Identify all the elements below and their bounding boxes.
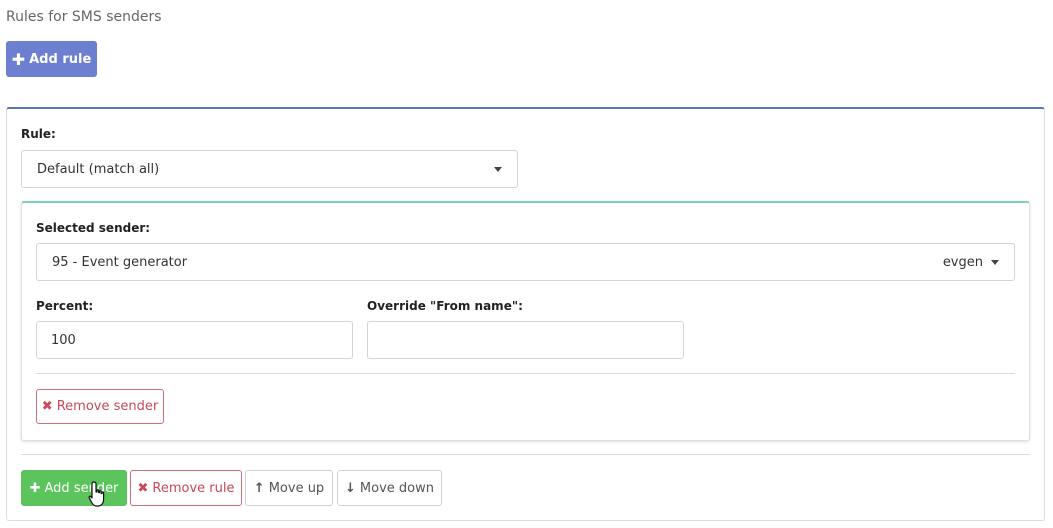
remove-rule-label: Remove rule (152, 480, 235, 496)
remove-sender-label: Remove sender (56, 399, 159, 414)
sender-tag: evgen (942, 254, 983, 270)
move-down-button[interactable]: ↓ Move down (337, 470, 442, 506)
remove-sender-button[interactable]: ✖ Remove sender (36, 389, 164, 424)
move-down-label: Move down (359, 480, 434, 496)
plus-icon: ✚ (11, 49, 26, 69)
sender-select-value: 95 - Event generator (52, 254, 188, 270)
sender-select[interactable]: 95 - Event generator evgen (36, 243, 1015, 281)
page-title: Rules for SMS senders (6, 9, 162, 25)
hand-cursor-icon (88, 481, 105, 507)
caret-down-icon (991, 259, 999, 265)
plus-icon: ✚ (29, 480, 41, 496)
percent-value: 100 (51, 332, 76, 348)
divider (21, 454, 1030, 455)
sender-card: Selected sender: 95 - Event generator ev… (21, 201, 1030, 441)
move-up-button[interactable]: ↑ Move up (245, 470, 333, 506)
add-sender-button[interactable]: ✚ Add sender (21, 470, 127, 506)
caret-down-icon (494, 166, 502, 172)
add-rule-button[interactable]: ✚ Add rule (6, 41, 97, 77)
rule-card: Rule: Default (match all) Selected sende… (6, 107, 1045, 521)
arrow-down-icon: ↓ (345, 480, 356, 496)
add-rule-label: Add rule (29, 51, 92, 67)
remove-rule-button[interactable]: ✖ Remove rule (130, 470, 242, 506)
divider (36, 373, 1015, 374)
selected-sender-label: Selected sender: (36, 221, 151, 235)
percent-label: Percent: (36, 299, 94, 313)
from-name-label: Override "From name": (367, 299, 523, 313)
rule-select[interactable]: Default (match all) (21, 150, 518, 188)
move-up-label: Move up (268, 480, 325, 496)
close-icon: ✖ (137, 480, 149, 496)
arrow-up-icon: ↑ (253, 480, 265, 496)
rule-select-value: Default (match all) (37, 161, 160, 177)
percent-input[interactable]: 100 (36, 321, 353, 359)
from-name-input[interactable] (367, 321, 684, 359)
close-icon: ✖ (41, 399, 53, 414)
rule-label: Rule: (21, 127, 56, 141)
